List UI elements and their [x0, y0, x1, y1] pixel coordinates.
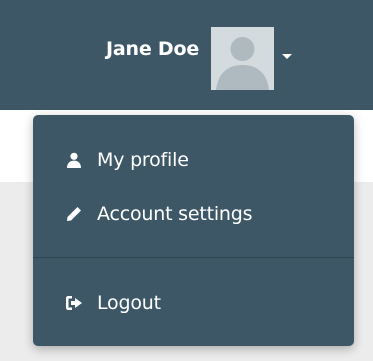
- menu-item-my-profile[interactable]: My profile: [33, 140, 354, 180]
- menu-item-label: My profile: [97, 149, 189, 171]
- user-silhouette-icon: [211, 26, 275, 90]
- caret-down-icon[interactable]: [282, 53, 293, 59]
- sign-out-icon: [66, 295, 82, 311]
- username-label: Jane Doe: [106, 38, 200, 60]
- pencil-icon: [66, 206, 82, 222]
- menu-divider: [33, 257, 354, 258]
- user-menu-toggle[interactable]: Jane Doe: [106, 26, 293, 90]
- top-navbar: Jane Doe: [0, 0, 373, 110]
- menu-item-logout[interactable]: Logout: [33, 283, 354, 323]
- user-icon: [66, 152, 82, 168]
- menu-item-label: Account settings: [97, 203, 253, 225]
- menu-item-account-settings[interactable]: Account settings: [33, 194, 354, 234]
- user-dropdown-menu: My profile Account settings Logout: [33, 115, 354, 346]
- menu-item-label: Logout: [97, 292, 161, 314]
- avatar[interactable]: [211, 26, 275, 90]
